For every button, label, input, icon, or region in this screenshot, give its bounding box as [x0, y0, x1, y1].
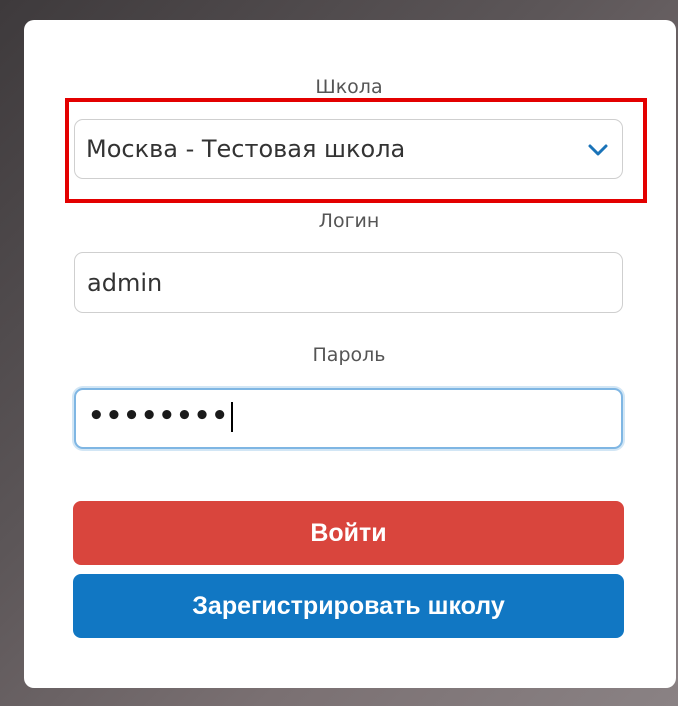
login-label: Логин — [318, 210, 380, 232]
password-label: Пароль — [312, 344, 386, 366]
login-input-value: admin — [87, 269, 163, 297]
text-caret — [230, 401, 233, 432]
login-button[interactable]: Войти — [73, 501, 624, 565]
login-input[interactable]: admin — [74, 252, 623, 313]
register-school-button[interactable]: Зарегистрировать школу — [73, 574, 624, 638]
school-label: Школа — [315, 76, 383, 98]
login-card: Школа Москва - Тестовая школа Логин admi… — [24, 20, 676, 688]
password-input-value: •••••••• — [88, 401, 233, 432]
password-input[interactable]: •••••••• — [74, 388, 623, 449]
school-select-highlight — [65, 98, 647, 203]
